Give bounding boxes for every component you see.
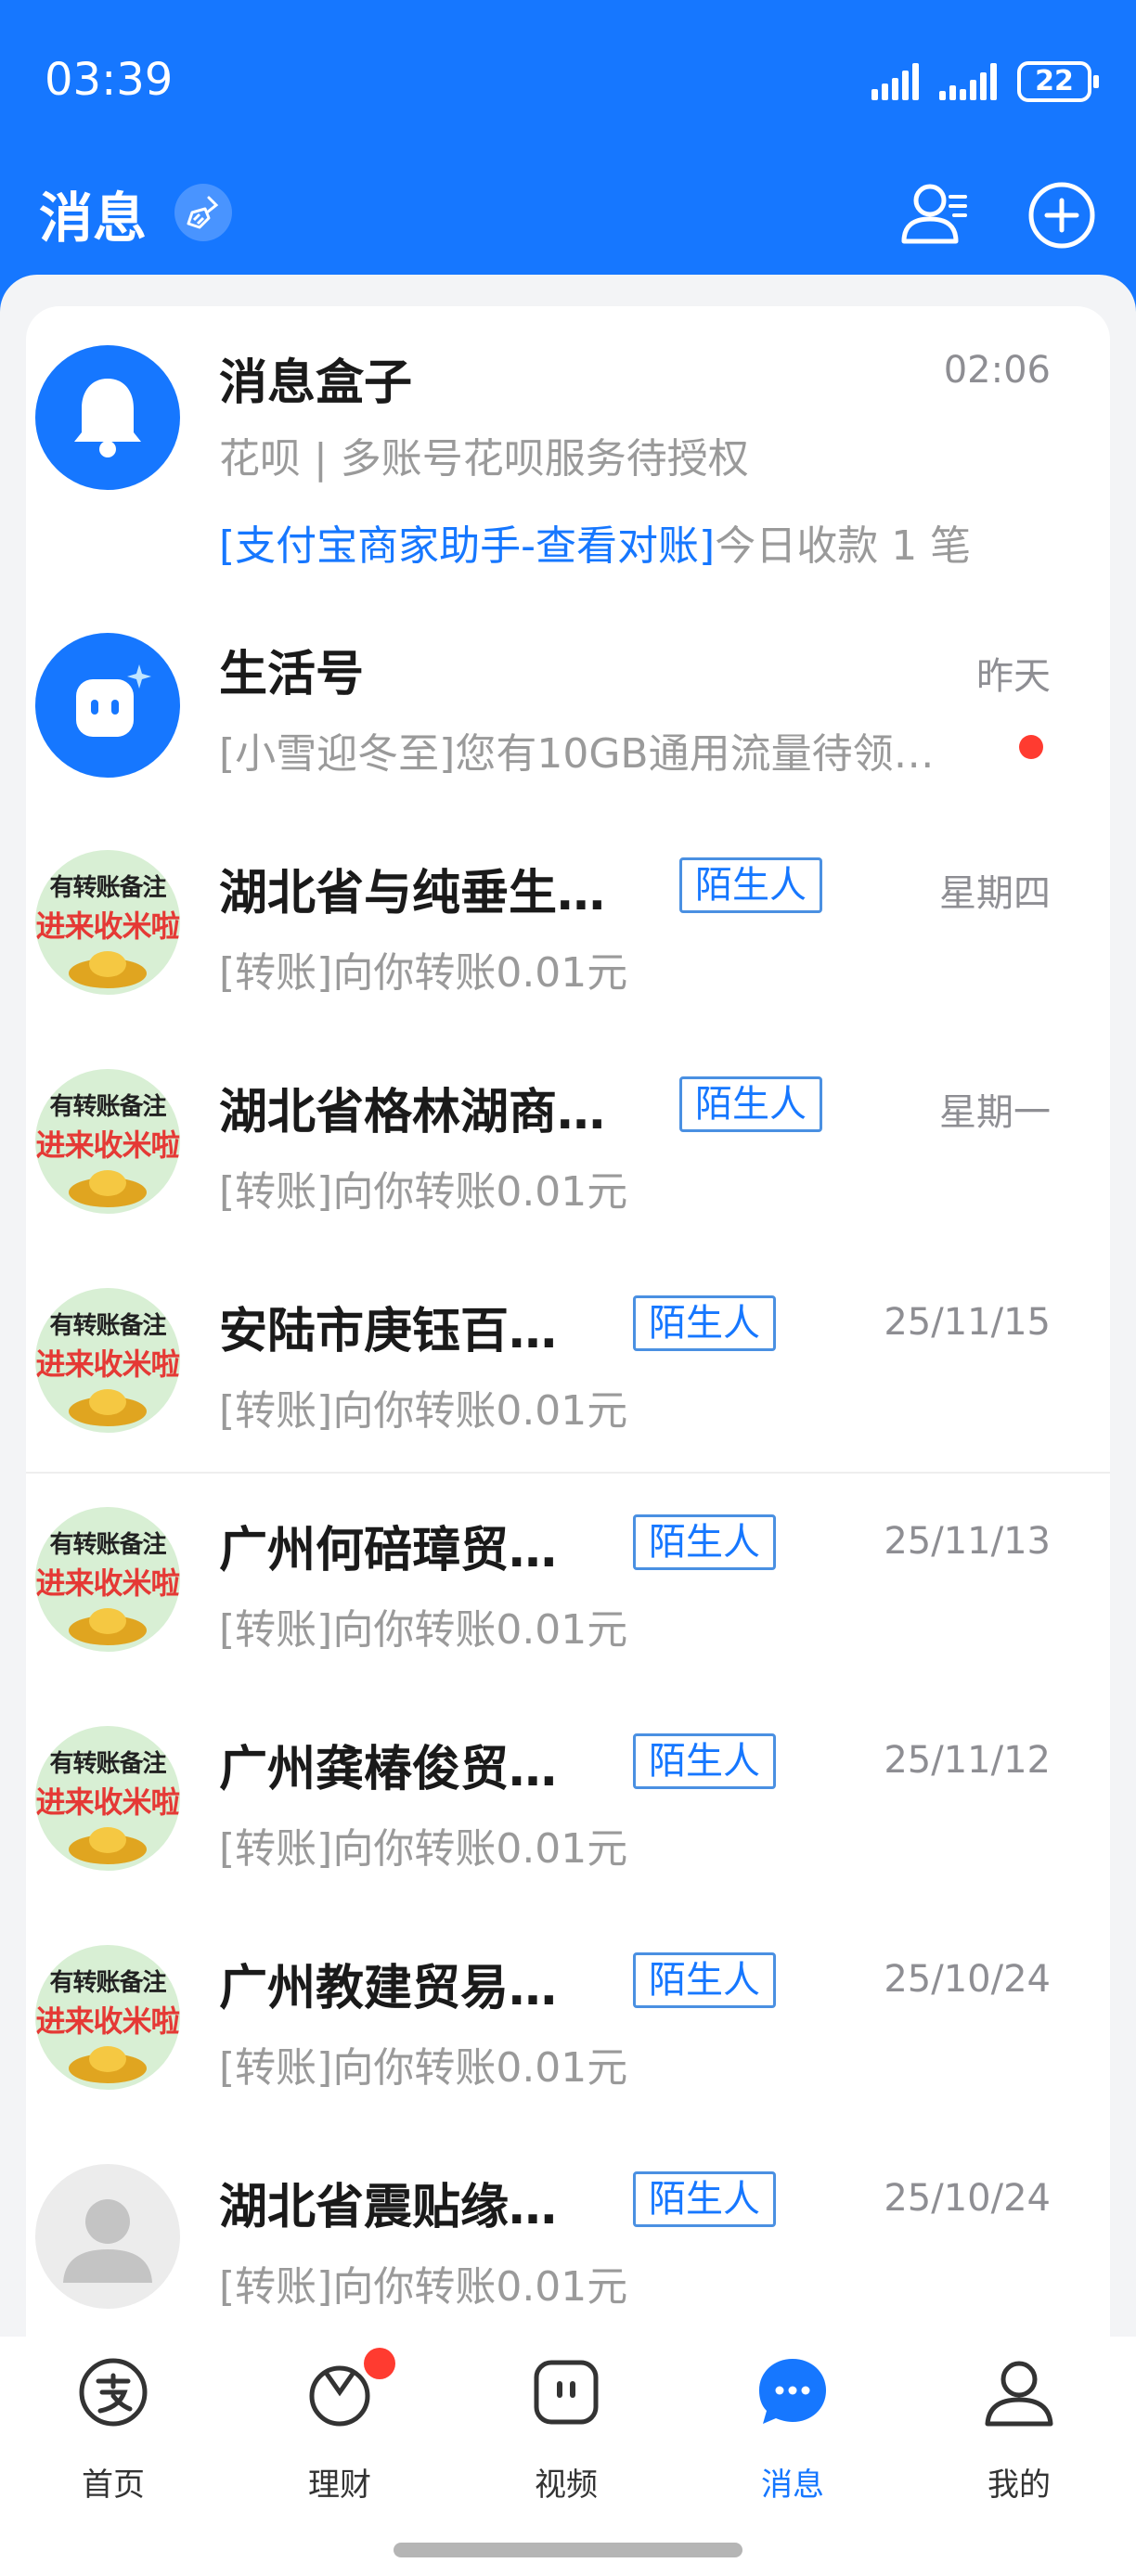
avatar-text: 进来收米啦 [35,1346,180,1382]
message-time: 星期四 [939,872,1051,915]
tab-messages[interactable]: 消息 [679,2337,906,2531]
avatar-text: 有转账备注 [49,1750,166,1778]
avatar: 有转账备注 进来收米啦 [35,850,180,995]
avatar: 有转账备注 进来收米啦 [35,1069,180,1214]
stranger-tag: 陌生人 [679,857,822,913]
tab-label: 消息 [761,2467,824,2504]
broom-icon [187,196,219,229]
message-preview: [转账]向你转账0.01元 [219,1387,628,1435]
tab-label: 理财 [308,2467,371,2504]
message-icon [759,2359,826,2424]
message-time: 25/11/15 [884,1301,1051,1344]
stranger-tag: 陌生人 [633,1514,776,1570]
unread-dot [1019,735,1043,759]
default-user-icon [63,2199,152,2283]
tab-wealth[interactable]: 理财 [226,2337,453,2531]
avatar-text: 有转账备注 [49,1969,166,1997]
tab-profile[interactable]: 我的 [906,2337,1132,2531]
message-title: 消息盒子 [219,355,413,411]
battery-icon: 22 [1017,61,1099,102]
message-time: 星期一 [939,1091,1051,1134]
chat-bot-icon [76,664,151,737]
gold-ingot-icon [69,1389,147,1426]
tab-video[interactable]: 视频 [453,2337,679,2531]
avatar [35,345,180,490]
alipay-messages-screen: 03:39 22 消息 消息盒子 02:06 花呗 | 多账号花呗服务待授权 [… [0,0,1136,2576]
avatar-text: 进来收米啦 [35,1565,180,1601]
message-title: 安陆市庚钰百… [219,1304,558,1359]
stranger-tag: 陌生人 [633,1295,776,1351]
notification-badge [364,2348,395,2379]
avatar-text: 有转账备注 [49,1531,166,1559]
message-title: 广州教建贸易… [219,1961,558,2016]
clear-unread-button[interactable] [174,184,232,241]
message-preview: [转账]向你转账0.01元 [219,1168,628,1216]
stranger-tag: 陌生人 [633,1733,776,1789]
tab-label: 首页 [82,2467,145,2504]
message-title: 广州龚椿俊贸… [219,1742,558,1797]
avatar: 有转账备注 进来收米啦 [35,1507,180,1652]
message-title: 生活号 [219,647,365,702]
tab-home[interactable]: 首页 [0,2337,226,2531]
message-title: 湖北省格林湖商… [219,1085,606,1140]
avatar [35,2164,180,2309]
alipay-icon [79,2358,148,2427]
message-preview: 花呗 | 多账号花呗服务待授权 [219,435,749,483]
add-icon[interactable] [1026,180,1097,251]
message-time: 昨天 [976,655,1051,698]
page-title: 消息 [39,187,148,250]
avatar: 有转账备注 进来收米啦 [35,1945,180,2090]
tab-label: 我的 [988,2467,1051,2504]
divider [26,1472,1110,1474]
gold-ingot-icon [69,2046,147,2083]
message-preview: [转账]向你转账0.01元 [219,2044,628,2092]
message-preview: [转账]向你转账0.01元 [219,1825,628,1873]
avatar: 有转账备注 进来收米啦 [35,1726,180,1871]
avatar [35,633,180,778]
message-time: 02:06 [943,349,1051,392]
message-title: 湖北省震贴缘… [219,2180,558,2235]
message-preview: [小雪迎冬至]您有10GB通用流量待领… [219,730,935,778]
message-time: 25/10/24 [884,2177,1051,2220]
message-title: 湖北省与纯垂生… [219,866,606,921]
message-preview: [转账]向你转账0.01元 [219,2263,628,2311]
home-indicator[interactable] [394,2543,742,2557]
merchant-assistant-link[interactable]: [支付宝商家助手-查看对账] [219,522,715,570]
stranger-tag: 陌生人 [679,1076,822,1132]
message-list-card [26,306,1110,2441]
message-title: 广州何碚璋贸… [219,1523,558,1578]
message-time: 25/11/13 [884,1520,1051,1563]
message-preview: [转账]向你转账0.01元 [219,1606,628,1654]
signal-icon [871,63,919,100]
avatar-text: 进来收米啦 [35,1784,180,1820]
gold-ingot-icon [69,1170,147,1207]
avatar: 有转账备注 进来收米啦 [35,1288,180,1433]
stranger-tag: 陌生人 [633,2171,776,2227]
message-preview-2: [支付宝商家助手-查看对账]今日收款 1 笔 [219,512,971,572]
stranger-tag: 陌生人 [633,1952,776,2008]
message-preview-rest: 今日收款 1 笔 [715,522,972,570]
message-preview: [转账]向你转账0.01元 [219,949,628,997]
bell-icon [74,379,141,457]
signal-2-icon [939,63,997,100]
tab-label: 视频 [535,2467,598,2504]
avatar-text: 有转账备注 [49,874,166,902]
video-icon [534,2360,599,2425]
status-time: 03:39 [45,54,174,106]
avatar-text: 进来收米啦 [35,908,180,944]
avatar-text: 有转账备注 [49,1093,166,1121]
gold-ingot-icon [69,951,147,988]
status-icons: 22 [871,61,1099,102]
contacts-icon[interactable] [898,176,973,251]
message-time: 25/11/12 [884,1739,1051,1782]
message-time: 25/10/24 [884,1958,1051,2001]
profile-icon [985,2361,1053,2427]
bottom-tab-bar: 首页 理财 视频 消息 我的 [0,2337,1136,2576]
gold-ingot-icon [69,1827,147,1864]
avatar-text: 进来收米啦 [35,1127,180,1163]
avatar-text: 进来收米啦 [35,2003,180,2039]
avatar-text: 有转账备注 [49,1312,166,1340]
gold-ingot-icon [69,1608,147,1645]
